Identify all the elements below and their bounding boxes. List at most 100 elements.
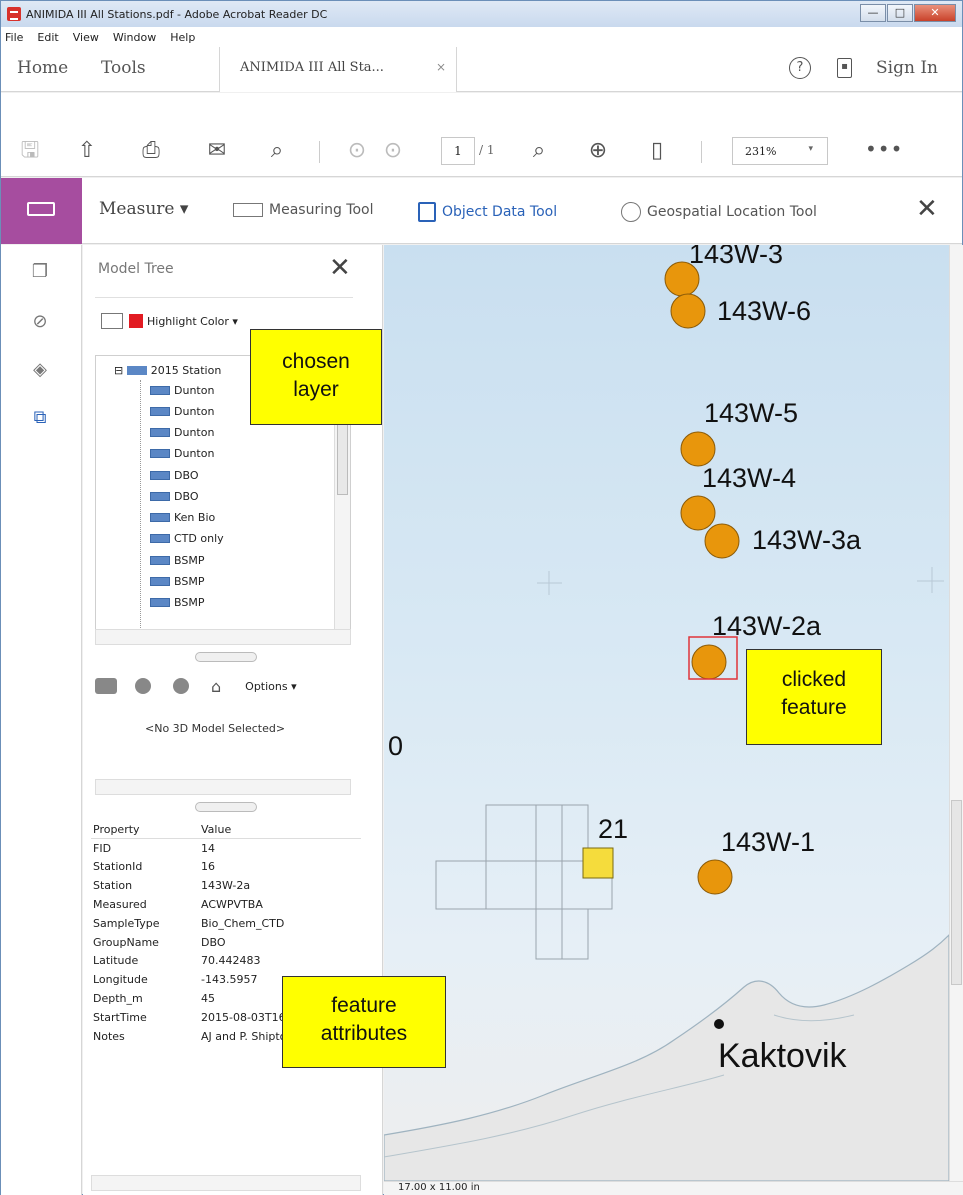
tab-home[interactable]: Home [17,58,68,78]
scroll-thumb[interactable] [337,415,348,495]
pages-icon[interactable]: ❐ [27,259,53,285]
attachments-icon[interactable]: ⊘ [27,309,53,335]
page-size-label: 17.00 x 11.00 in [398,1182,480,1193]
station-marker[interactable] [697,859,733,895]
save-icon[interactable]: 🖫 [16,137,44,165]
layers-icon[interactable]: ◈ [27,357,53,383]
menu-view[interactable]: View [73,31,99,44]
object-data-tool-button[interactable]: Object Data Tool [418,202,557,222]
tree-item[interactable]: BSMP [150,596,204,609]
tree-item[interactable]: BSMP [150,575,204,588]
tab-close-icon[interactable]: × [436,60,446,74]
property-key: GroupName [93,935,159,949]
properties-horizontal-scrollbar[interactable] [91,1175,361,1191]
tab-bar: Home Tools ANIMIDA III All Sta... × ? ▪ … [1,47,962,92]
model-tree-icon[interactable]: ⧉ [27,405,53,431]
menu-help[interactable]: Help [170,31,195,44]
measure-menu[interactable]: Measure ▾ [99,199,188,219]
tree-horizontal-scrollbar[interactable] [95,629,351,645]
layer-icon [150,428,170,437]
pane-splitter-handle[interactable] [195,652,257,662]
maximize-button[interactable]: □ [887,4,913,22]
grid-marks [537,567,944,595]
property-key: Notes [93,1029,125,1043]
menu-window[interactable]: Window [113,31,156,44]
search-icon[interactable]: ⌕ [263,137,291,165]
property-row: StationId 16 [91,858,361,877]
camera-icon[interactable] [95,678,117,694]
tree-item[interactable]: Dunton [150,384,214,397]
callout-line: layer [293,378,339,401]
scroll-thumb[interactable] [951,800,962,985]
station-marker[interactable] [680,431,716,467]
geospatial-tool-label: Geospatial Location Tool [647,204,817,220]
close-panel-icon[interactable]: ✕ [329,253,351,283]
main-toolbar: 🖫 ⇧ ⎙ ✉ ⌕ ⊙ ⊙ 1 / 1 ⌕ ⊕ ▯ 231% ▾ ••• [1,93,962,177]
chevron-down-icon: ▾ [232,314,238,328]
tab-tools[interactable]: Tools [101,58,146,78]
measure-tool-badge[interactable] [1,178,82,244]
next-page-icon[interactable]: ⊙ [379,137,407,165]
property-key: Latitude [93,954,139,968]
close-window-button[interactable]: ✕ [914,4,956,22]
minimize-button[interactable]: — [860,4,886,22]
tree-item[interactable]: DBO [150,469,198,482]
property-key: FID [93,841,112,855]
station-marker[interactable] [691,644,727,680]
pane-splitter-handle[interactable] [195,802,257,812]
map-vertical-scrollbar[interactable] [949,245,963,1181]
close-measure-toolbar-icon[interactable]: ✕ [916,194,938,224]
toolbar-separator [319,141,320,163]
tree-line [140,380,141,630]
rotate-icon[interactable] [135,678,151,694]
toolbar-separator [701,141,702,163]
station-marker[interactable] [670,293,706,329]
tree-item[interactable]: BSMP [150,554,204,567]
station-label: 143W-2a [712,611,822,641]
pdf-app-icon [7,7,21,21]
select-zoom-icon[interactable]: ⌕ [525,137,553,165]
tree-item[interactable]: Dunton [150,447,214,460]
tab-document[interactable]: ANIMIDA III All Sta... × [219,47,457,92]
tree-item[interactable]: Ken Bio [150,511,215,524]
tree-root[interactable]: ⊟ 2015 Station [114,364,221,377]
help-icon[interactable]: ? [789,57,811,79]
menu-file[interactable]: File [5,31,23,44]
email-icon[interactable]: ✉ [203,137,231,165]
tree-item-label: BSMP [174,554,205,567]
mobile-link-icon[interactable]: ▪ [837,58,852,78]
tree-item[interactable]: CTD only [150,532,224,545]
home-view-icon[interactable]: ⌂ [211,677,221,696]
measuring-tool-button[interactable]: Measuring Tool [233,202,374,218]
menu-edit[interactable]: Edit [37,31,58,44]
tree-item[interactable]: Dunton [150,426,214,439]
tree-item[interactable]: Dunton [150,405,214,418]
fit-page-icon[interactable]: ▯ [643,137,671,165]
highlight-color-control[interactable]: Highlight Color ▾ [101,313,238,329]
status-bar: 17.00 x 11.00 in [384,1181,963,1195]
options-menu[interactable]: Options ▾ [245,680,296,693]
sign-in-link[interactable]: Sign In [876,58,938,78]
options-menu-icon[interactable] [101,313,123,329]
property-row: GroupName DBO [91,933,361,952]
zoom-select[interactable]: 231% ▾ [732,137,828,165]
model-horizontal-scrollbar[interactable] [95,779,351,795]
zoom-in-icon[interactable]: ⊕ [584,137,612,165]
prev-page-icon[interactable]: ⊙ [343,137,371,165]
more-tools-icon[interactable]: ••• [865,137,903,161]
upload-icon[interactable]: ⇧ [73,137,101,165]
station-marker[interactable] [680,495,716,531]
tree-root-label: 2015 Station [150,364,222,377]
station-label: 143W-5 [704,398,799,428]
tree-item[interactable]: DBO [150,490,198,503]
chevron-down-icon: ▾ [808,144,813,154]
property-row: Latitude 70.442483 [91,952,361,971]
spin-icon[interactable] [173,678,189,694]
geospatial-tool-button[interactable]: Geospatial Location Tool [621,202,817,222]
page-number-input[interactable]: 1 [441,137,475,165]
tree-item-label: DBO [174,490,199,503]
station-marker[interactable] [704,523,740,559]
tree-item-label: BSMP [174,596,205,609]
print-icon[interactable]: ⎙ [137,137,165,165]
property-key: SampleType [93,916,160,930]
